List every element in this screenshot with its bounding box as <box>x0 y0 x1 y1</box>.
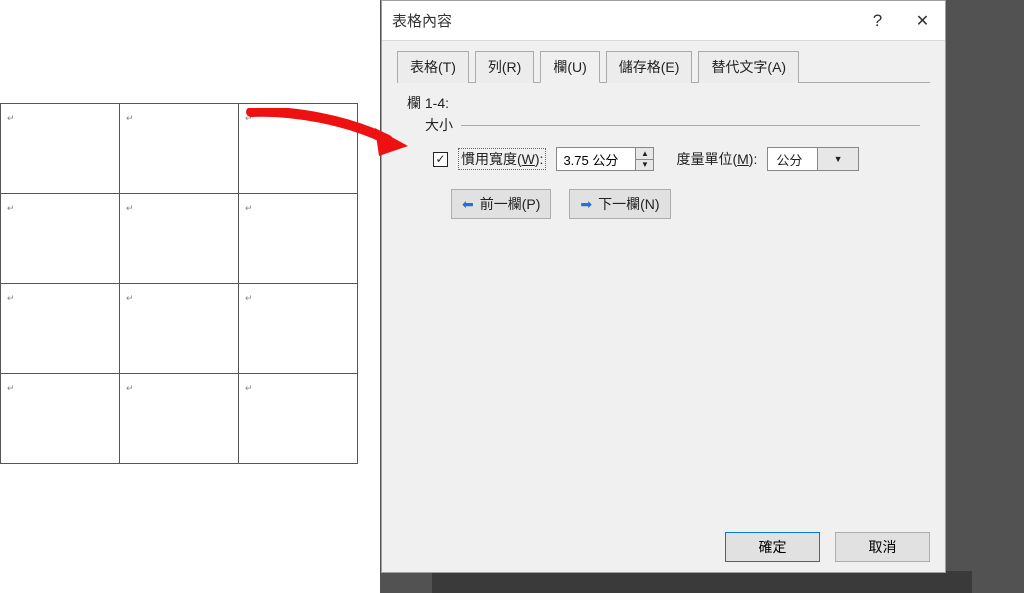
spinner-up-icon[interactable]: ▲ <box>636 148 653 160</box>
preferred-width-spinner[interactable]: ▲ ▼ <box>556 147 654 171</box>
previous-column-button[interactable]: ⬅ 前一欄(P) <box>451 189 551 219</box>
tab-alt-text[interactable]: 替代文字(A) <box>698 51 799 83</box>
dialog-shadow <box>432 571 972 593</box>
table-cell[interactable]: ↵ <box>120 374 239 464</box>
document-table: ↵ ↵ ↵ ↵ ↵ ↵ ↵ ↵ ↵ ↵ ↵ ↵ <box>0 103 358 464</box>
preferred-width-input[interactable] <box>557 148 635 170</box>
help-button[interactable]: ? <box>855 1 900 41</box>
measure-units-dropdown[interactable]: 公分 ▼ <box>767 147 859 171</box>
close-button[interactable]: ✕ <box>900 1 945 41</box>
preferred-width-label: 慣用寬度(W): <box>458 148 546 170</box>
tabs: 表格(T) 列(R) 欄(U) 儲存格(E) 替代文字(A) <box>397 51 930 83</box>
arrow-left-icon: ⬅ <box>462 196 474 213</box>
help-icon: ? <box>873 11 882 31</box>
chevron-down-icon[interactable]: ▼ <box>817 148 859 170</box>
tab-cell[interactable]: 儲存格(E) <box>606 51 693 83</box>
size-group-label: 大小 <box>425 115 453 135</box>
titlebar: 表格內容 ? ✕ <box>382 1 945 41</box>
divider <box>461 125 920 126</box>
table-cell[interactable]: ↵ <box>239 284 358 374</box>
close-icon: ✕ <box>916 11 929 31</box>
table-cell[interactable]: ↵ <box>239 104 358 194</box>
table-cell[interactable]: ↵ <box>1 104 120 194</box>
table-properties-dialog: 表格內容 ? ✕ 表格(T) 列(R) 欄(U) 儲存格(E) 替代文字(A) … <box>381 0 946 573</box>
next-column-button[interactable]: ➡ 下一欄(N) <box>569 189 670 219</box>
column-panel: 欄 1-4: 大小 ✓ 慣用寬度(W): ▲ ▼ 度量 <box>382 83 945 239</box>
table-cell[interactable]: ↵ <box>1 284 120 374</box>
tab-table[interactable]: 表格(T) <box>397 51 469 83</box>
table-cell[interactable]: ↵ <box>239 374 358 464</box>
column-range-label: 欄 1-4: <box>407 93 920 113</box>
cancel-button[interactable]: 取消 <box>835 532 930 562</box>
table-cell[interactable]: ↵ <box>1 374 120 464</box>
table-cell[interactable]: ↵ <box>1 194 120 284</box>
preferred-width-checkbox[interactable]: ✓ <box>433 152 448 167</box>
table-cell[interactable]: ↵ <box>120 284 239 374</box>
spinner-down-icon[interactable]: ▼ <box>636 160 653 171</box>
dialog-title: 表格內容 <box>392 10 452 31</box>
arrow-right-icon: ➡ <box>580 196 592 213</box>
measure-units-label: 度量單位(M): <box>676 149 757 169</box>
measure-units-value: 公分 <box>776 150 817 169</box>
paragraph-mark: ↵ <box>7 113 15 123</box>
dialog-footer: 確定 取消 <box>382 522 945 572</box>
ok-button[interactable]: 確定 <box>725 532 820 562</box>
table-cell[interactable]: ↵ <box>120 194 239 284</box>
tab-column[interactable]: 欄(U) <box>540 51 599 83</box>
table-cell[interactable]: ↵ <box>120 104 239 194</box>
tab-row[interactable]: 列(R) <box>475 51 534 83</box>
document-background: ↵ ↵ ↵ ↵ ↵ ↵ ↵ ↵ ↵ ↵ ↵ ↵ <box>0 0 380 593</box>
table-cell[interactable]: ↵ <box>239 194 358 284</box>
